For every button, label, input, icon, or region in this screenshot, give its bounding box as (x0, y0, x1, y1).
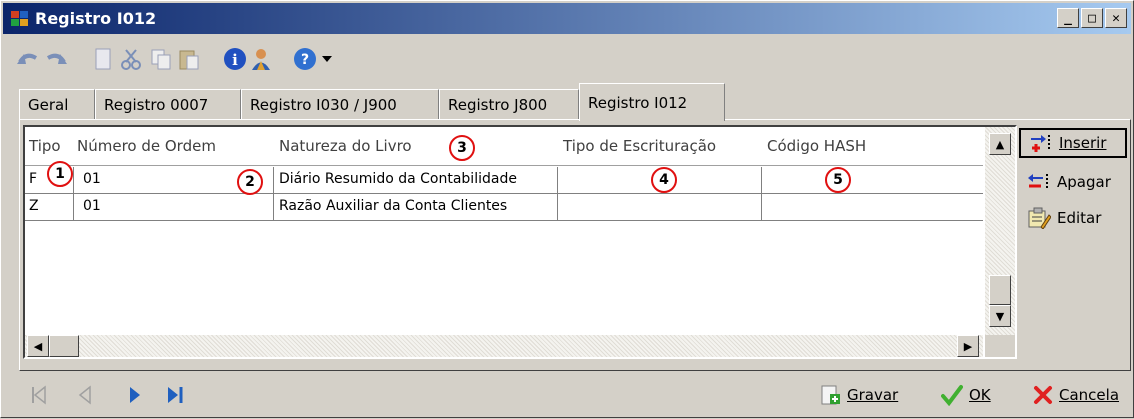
last-record-icon (168, 387, 183, 403)
cut-icon[interactable] (119, 47, 143, 71)
app-icon (11, 11, 29, 27)
paste-icon[interactable] (177, 47, 201, 71)
tab-registro-i012[interactable]: Registro I012 (579, 83, 725, 121)
insert-row-icon (1031, 135, 1050, 152)
cell-numero: 01 (83, 198, 101, 214)
cell-natureza: Razão Auxiliar da Conta Clientes (279, 198, 508, 214)
inserir-button[interactable]: Inserir (1019, 128, 1127, 158)
undo-icon[interactable] (15, 47, 39, 71)
close-icon: ✕ (1112, 10, 1120, 26)
redo-icon[interactable] (45, 47, 69, 71)
save-icon (821, 385, 840, 405)
vertical-scrollbar[interactable]: ▲ ▼ (985, 127, 1015, 335)
cell-numero: 01 (83, 171, 101, 187)
tab-registro-j800[interactable]: Registro J800 (439, 89, 579, 120)
maximize-button[interactable]: □ (1081, 8, 1103, 28)
help-icon[interactable]: ? (293, 47, 317, 71)
horizontal-scrollbar[interactable]: ◀ ▶ (25, 335, 983, 357)
editar-label: Editar (1057, 209, 1102, 227)
cancela-button[interactable]: Cancela (1033, 383, 1119, 407)
tab-registro-i030-j900[interactable]: Registro I030 / J900 (241, 89, 439, 120)
data-grid[interactable]: Tipo Número de Ordem Natureza do Livro T… (23, 125, 1017, 359)
scroll-up-button[interactable]: ▲ (989, 133, 1011, 155)
apagar-button[interactable]: Apagar (1019, 167, 1127, 197)
annotation-badge-2: 2 (237, 169, 263, 195)
tab-label: Registro 0007 (104, 96, 209, 114)
scroll-right-button[interactable]: ▶ (957, 335, 979, 357)
scroll-thumb[interactable] (989, 275, 1011, 305)
annotation-badge-3: 3 (449, 135, 475, 161)
cell-natureza: Diário Resumido da Contabilidade (279, 171, 517, 187)
annotation-badge-5: 5 (825, 167, 851, 193)
cancela-label: Cancela (1059, 386, 1120, 404)
maximize-icon: □ (1088, 10, 1096, 26)
cell-tipo: Z (29, 198, 39, 214)
svg-text:?: ? (301, 52, 309, 68)
arrow-down-icon: ▼ (995, 309, 1005, 323)
apagar-label: Apagar (1057, 173, 1111, 191)
column-header-tipo-de-escrituracao[interactable]: Tipo de Escrituração (563, 137, 716, 155)
column-header-codigo-hash[interactable]: Código HASH (767, 137, 866, 155)
annotation-badge-1: 1 (47, 161, 73, 187)
delete-row-icon (1028, 174, 1048, 190)
table-row[interactable]: Z 01 Razão Auxiliar da Conta Clientes (25, 194, 983, 221)
minimize-icon: _ (1064, 10, 1072, 26)
close-button[interactable]: ✕ (1105, 8, 1127, 28)
info-icon[interactable]: i (223, 47, 247, 71)
tab-label: Geral (28, 96, 69, 114)
minimize-button[interactable]: _ (1057, 8, 1079, 28)
scroll-left-button[interactable]: ◀ (27, 335, 49, 357)
next-record-icon (130, 387, 140, 403)
arrow-right-icon: ▶ (963, 339, 973, 353)
edit-icon (1028, 207, 1051, 229)
dropdown-arrow-icon[interactable] (315, 47, 339, 71)
last-record-button[interactable] (163, 383, 187, 407)
window-title: Registro I012 (35, 9, 157, 28)
next-record-button[interactable] (123, 383, 147, 407)
tab-geral[interactable]: Geral (19, 89, 95, 120)
column-header-natureza-do-livro[interactable]: Natureza do Livro (279, 137, 412, 155)
column-header-numero-de-ordem[interactable]: Número de Ordem (77, 137, 216, 155)
inserir-label: Inserir (1059, 134, 1107, 152)
first-record-icon (32, 385, 46, 405)
gravar-button[interactable]: Gravar (819, 383, 898, 407)
arrow-left-icon: ◀ (33, 339, 43, 353)
bottom-bar: Gravar OK Cancela (1, 373, 1134, 419)
first-record-button[interactable] (27, 383, 51, 407)
editar-button[interactable]: Editar (1019, 203, 1127, 233)
user-icon[interactable] (249, 47, 273, 71)
ok-button[interactable]: OK (941, 383, 991, 407)
previous-record-icon (78, 385, 91, 405)
hscroll-thumb[interactable] (49, 335, 79, 357)
tab-registro-0007[interactable]: Registro 0007 (95, 89, 241, 120)
svg-text:i: i (232, 51, 238, 69)
tab-strip: Geral Registro 0007 Registro I030 / J900… (19, 83, 1119, 121)
gravar-label: Gravar (847, 386, 899, 404)
column-header-tipo[interactable]: Tipo (29, 137, 61, 155)
cell-tipo: F (29, 171, 38, 187)
checkmark-icon (941, 385, 963, 406)
ok-label: OK (969, 386, 991, 404)
previous-record-button[interactable] (73, 383, 97, 407)
copy-icon[interactable] (149, 47, 173, 71)
grid-header: Tipo Número de Ordem Natureza do Livro T… (25, 127, 983, 166)
tab-label: Registro J800 (448, 96, 548, 114)
toolbar: i ? (11, 39, 511, 79)
scroll-down-button[interactable]: ▼ (989, 305, 1011, 327)
tab-label: Registro I012 (588, 93, 688, 112)
registro-i012-window: Registro I012 _ □ ✕ i ? Geral Registro 0… (0, 0, 1134, 418)
cancel-x-icon (1034, 386, 1052, 404)
scroll-corner (985, 335, 1015, 357)
title-bar[interactable]: Registro I012 _ □ ✕ (3, 3, 1131, 34)
arrow-up-icon: ▲ (995, 137, 1005, 151)
annotation-badge-4: 4 (651, 167, 677, 193)
tab-label: Registro I030 / J900 (250, 96, 397, 114)
new-icon[interactable] (91, 47, 115, 71)
